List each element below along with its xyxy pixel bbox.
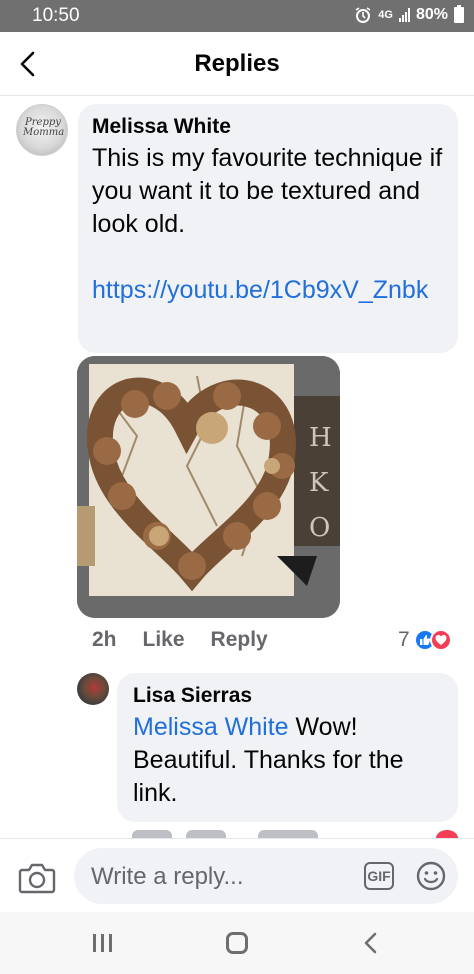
reply-button[interactable]: Reply [211, 628, 268, 652]
reply-input[interactable]: Write a reply... GIF [74, 848, 458, 904]
status-bar: 10:50 4G 80% [0, 0, 474, 32]
back-arrow-icon [364, 932, 377, 954]
camera-icon [18, 863, 56, 894]
camera-button[interactable] [18, 861, 56, 895]
reaction-summary[interactable]: 7 [398, 628, 452, 652]
comment-bubble[interactable]: Melissa White This is my favourite techn… [78, 104, 458, 353]
reply-placeholder: Write a reply... [91, 863, 244, 890]
battery-icon [454, 5, 464, 23]
avatar[interactable]: Preppy Momma [16, 104, 68, 156]
avatar-logo-text: Preppy Momma [23, 117, 65, 138]
status-time: 10:50 [32, 5, 80, 26]
battery-percent: 80% [415, 6, 448, 23]
home-button[interactable] [226, 932, 248, 954]
reaction-count: 7 [398, 628, 410, 651]
reply-text: Melissa White Wow! Beautiful. Thanks for… [133, 711, 442, 810]
signal-icon [398, 8, 410, 22]
svg-text:O: O [309, 513, 330, 543]
svg-text:K: K [309, 468, 329, 498]
comment-text: This is my favourite technique if you wa… [92, 144, 443, 238]
emoji-button[interactable] [416, 861, 446, 891]
gif-button[interactable]: GIF [364, 862, 394, 890]
truncated-actions [0, 828, 474, 838]
comment-actions: 2h Like Reply [92, 628, 268, 652]
reply-composer: Write a reply... GIF [0, 838, 474, 912]
reply-bubble[interactable]: Lisa Sierras Melissa White Wow! Beautifu… [117, 673, 458, 822]
comment-time: 2h [92, 628, 117, 651]
reply-mention[interactable]: Melissa White [133, 713, 289, 741]
network-type: 4G [378, 9, 393, 21]
page-title: Replies [194, 50, 280, 77]
alarm-icon [355, 7, 371, 23]
like-button[interactable]: Like [143, 628, 185, 652]
status-icons: 4G 80% [354, 5, 464, 24]
svg-text:H: H [309, 423, 332, 453]
love-icon [429, 629, 452, 651]
reply-author[interactable]: Lisa Sierras [133, 683, 442, 709]
header: Replies [0, 32, 474, 96]
system-back-button[interactable] [360, 931, 382, 955]
smiley-icon [416, 861, 446, 891]
pinecone-heart-photo: H K O [77, 356, 340, 618]
reply-avatar[interactable] [77, 673, 109, 705]
comment-photo[interactable]: H K O [77, 356, 340, 618]
comment-author[interactable]: Melissa White [92, 114, 444, 140]
recent-apps-button[interactable] [93, 934, 112, 952]
comment-link[interactable]: https://youtu.be/1Cb9xV_Znbk [92, 274, 444, 307]
system-nav-bar [0, 912, 474, 974]
